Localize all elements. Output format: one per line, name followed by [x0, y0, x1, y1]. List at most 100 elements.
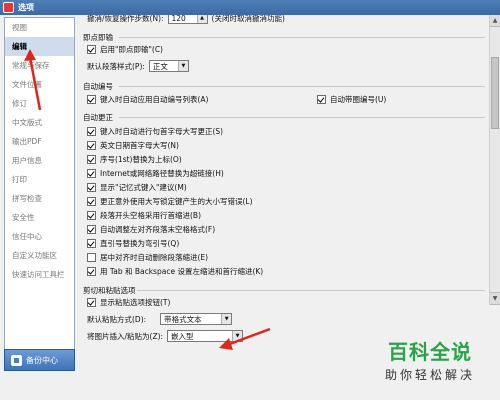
autocorrect-label: 直引号替换为弯引号(Q) [100, 239, 180, 248]
auto-circle-number-row[interactable]: 自动带圈编号(U) [317, 94, 386, 105]
app-logo-icon [3, 2, 14, 13]
sidebar-item-file-location[interactable]: 文件位置 [5, 75, 74, 94]
enable-click-type-row[interactable]: 启用"即点即输"(C) [87, 44, 163, 55]
default-paragraph-style-row: 默认段落样式(P): 正文 ▼ [87, 60, 189, 72]
backup-icon [11, 354, 22, 366]
sidebar: 视图 编辑 常规与保存 文件位置 修订 中文版式 输出PDF 用户信息 打印 拼… [4, 17, 75, 358]
show-paste-options-row[interactable]: 显示粘贴选项按钮(T) [87, 297, 170, 308]
chevron-down-icon[interactable]: ▼ [177, 61, 188, 71]
autocorrect-label: Internet或网络路径替换为超链接(H) [100, 169, 224, 178]
default-paste-select[interactable]: 带格式文本 ▼ [160, 313, 233, 325]
default-paragraph-style-select[interactable]: 正文 ▼ [148, 60, 189, 72]
autocorrect-label: 序号(1st)替换为上标(O) [100, 155, 182, 164]
autocorrect-item[interactable]: Internet或网络路径替换为超链接(H) [87, 168, 224, 179]
sidebar-item-customize-ribbon[interactable]: 自定义功能区 [5, 246, 74, 265]
watermark: 百科全说 助你轻松解决 [360, 340, 500, 400]
autocorrect-item[interactable]: 自动调整左对齐段落末空格格式(F) [87, 224, 215, 235]
autocorrect-label: 居中对齐时自动删除段落缩进(E) [100, 253, 209, 262]
watermark-title: 百科全说 [388, 340, 472, 364]
autocorrect-item[interactable]: 键入时自动进行句首字母大写更正(S) [87, 126, 223, 137]
autocorrect-item[interactable]: 段落开头空格采用行首缩进(B) [87, 210, 201, 221]
image-paste-row: 将图片插入/粘贴为(Z): 嵌入型 ▼ [87, 330, 244, 342]
title-bar: 选项 [0, 0, 500, 15]
autocorrect-label: 更正意外使用大写锁定键产生的大小写错误(L) [100, 197, 253, 206]
autocorrect-checkbox[interactable] [87, 239, 96, 248]
undo-steps-input[interactable]: 120 ▲ [167, 15, 208, 24]
chevron-down-icon[interactable]: ▼ [221, 314, 232, 324]
auto-number-list-checkbox[interactable] [87, 95, 96, 104]
autocorrect-label: 段落开头空格采用行首缩进(B) [100, 211, 201, 220]
divider [119, 117, 485, 118]
autocorrect-label: 自动调整左对齐段落末空格格式(F) [100, 225, 216, 234]
autocorrect-item[interactable]: 居中对齐时自动删除段落缩进(E) [87, 252, 208, 263]
undo-steps-hint: (关闭时取消撤消功能) [211, 15, 285, 23]
default-paste-value: 带格式文本 [164, 314, 202, 324]
sidebar-item-revision[interactable]: 修订 [5, 94, 74, 113]
autocorrect-checkbox[interactable] [87, 211, 96, 220]
group-title-click-type: 即点即输 [83, 33, 113, 42]
group-title-auto-numbering: 自动编号 [83, 82, 113, 91]
autocorrect-checkbox[interactable] [87, 253, 96, 262]
autocorrect-label: 键入时自动进行句首字母大写更正(S) [100, 127, 224, 136]
sidebar-item-quick-access[interactable]: 快速访问工具栏 [5, 265, 74, 284]
undo-steps-label: 撤消/恢复操作步数(N): [87, 15, 164, 23]
divider [137, 290, 485, 291]
sidebar-item-print[interactable]: 打印 [5, 170, 74, 189]
autocorrect-label: 显示"记忆式键入"建议(M) [100, 183, 187, 192]
backup-center-label: 备份中心 [26, 355, 58, 365]
enable-click-type-label: 启用"即点即输"(C) [100, 45, 163, 54]
divider [119, 37, 485, 38]
sidebar-item-view[interactable]: 视图 [5, 18, 74, 37]
autocorrect-checkbox[interactable] [87, 267, 96, 276]
image-paste-select[interactable]: 嵌入型 ▼ [167, 330, 244, 342]
autocorrect-item[interactable]: 更正意外使用大写锁定键产生的大小写错误(L) [87, 196, 253, 207]
auto-circle-number-checkbox[interactable] [317, 95, 326, 104]
autocorrect-checkbox[interactable] [87, 225, 96, 234]
sidebar-item-spell-check[interactable]: 拼写检查 [5, 189, 74, 208]
autocorrect-checkbox[interactable] [87, 141, 96, 150]
autocorrect-item[interactable]: 显示"记忆式键入"建议(M) [87, 182, 187, 193]
autocorrect-item[interactable]: 英文日期首字母大写(N) [87, 140, 179, 151]
autocorrect-label: 英文日期首字母大写(N) [100, 141, 179, 150]
show-paste-options-checkbox[interactable] [87, 298, 96, 307]
watermark-subtitle: 助你轻松解决 [384, 368, 475, 382]
vertical-scrollbar[interactable]: ▲ ▼ [489, 15, 500, 305]
sidebar-item-general-save[interactable]: 常规与保存 [5, 56, 74, 75]
autocorrect-item[interactable]: 用 Tab 和 Backspace 设置左缩进和首行缩进(K) [87, 266, 263, 277]
group-title-cut-paste: 剪切和粘贴选项 [83, 286, 136, 295]
scroll-up-icon[interactable]: ▲ [490, 15, 500, 27]
auto-number-list-row[interactable]: 键入时自动应用自动编号列表(A) [87, 94, 208, 105]
divider [119, 86, 485, 87]
default-paragraph-style-label: 默认段落样式(P): [87, 61, 145, 71]
autocorrect-label: 用 Tab 和 Backspace 设置左缩进和首行缩进(K) [100, 267, 264, 276]
backup-center-button[interactable]: 备份中心 [4, 349, 75, 371]
enable-click-type-checkbox[interactable] [87, 45, 96, 54]
window-title: 选项 [18, 3, 34, 12]
spinner-icon[interactable]: ▲ [196, 15, 207, 23]
sidebar-item-security[interactable]: 安全性 [5, 208, 74, 227]
image-paste-label: 将图片插入/粘贴为(Z): [87, 331, 164, 341]
default-paste-label: 默认粘贴方式(D): [87, 314, 147, 324]
auto-number-list-label: 键入时自动应用自动编号列表(A) [100, 95, 209, 104]
scroll-down-icon[interactable]: ▼ [490, 292, 500, 305]
sidebar-item-export-pdf[interactable]: 输出PDF [5, 132, 74, 151]
sidebar-item-trust-center[interactable]: 信任中心 [5, 227, 74, 246]
undo-steps-value: 120 [171, 15, 186, 23]
auto-circle-number-label: 自动带圈编号(U) [330, 95, 387, 104]
autocorrect-checkbox[interactable] [87, 183, 96, 192]
autocorrect-item[interactable]: 序号(1st)替换为上标(O) [87, 154, 182, 165]
sidebar-item-edit[interactable]: 编辑 [5, 37, 74, 56]
autocorrect-checkbox[interactable] [87, 127, 96, 136]
autocorrect-checkbox[interactable] [87, 197, 96, 206]
default-paragraph-style-value: 正文 [152, 61, 168, 71]
autocorrect-checkbox[interactable] [87, 155, 96, 164]
autocorrect-checkbox[interactable] [87, 169, 96, 178]
edit-settings-panel: 撤消/恢复操作步数(N): 120 ▲ (关闭时取消撤消功能) 即点即输 启用"… [79, 15, 489, 305]
show-paste-options-label: 显示粘贴选项按钮(T) [100, 298, 171, 307]
chevron-down-icon[interactable]: ▼ [232, 331, 243, 341]
scrollbar-thumb[interactable] [491, 57, 499, 129]
autocorrect-item[interactable]: 直引号替换为弯引号(Q) [87, 238, 179, 249]
undo-steps-row: 撤消/恢复操作步数(N): 120 ▲ (关闭时取消撤消功能) [87, 15, 285, 24]
sidebar-item-chinese-layout[interactable]: 中文版式 [5, 113, 74, 132]
sidebar-item-user-info[interactable]: 用户信息 [5, 151, 74, 170]
